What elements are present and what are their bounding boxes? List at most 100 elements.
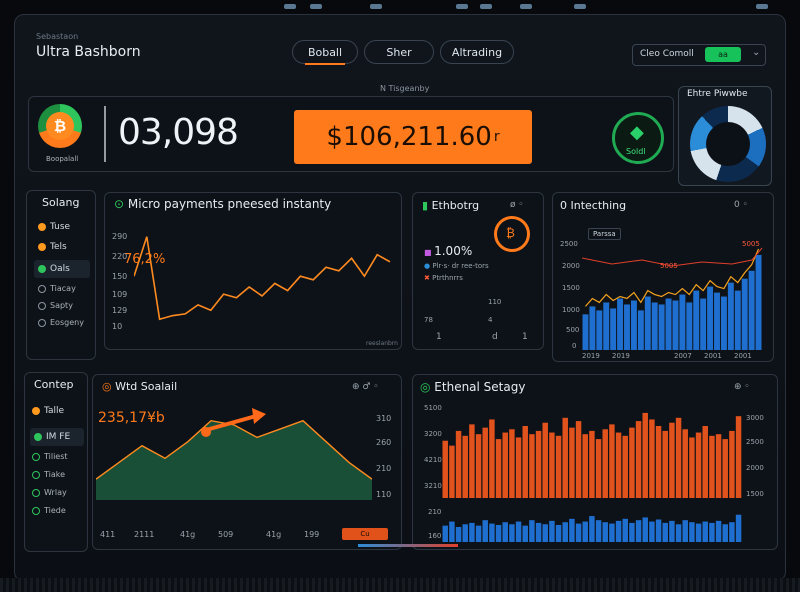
tab-altrading[interactable]: Altrading <box>440 40 514 64</box>
ethenal-blue-bar <box>442 525 448 542</box>
x-tick: 509 <box>218 530 234 539</box>
ethenal-blue-bar <box>589 516 595 542</box>
ethenal-orange-bar <box>509 429 515 498</box>
interest-bar <box>748 270 755 350</box>
ethenal-title: ◎ Ethenal Setagy <box>420 380 525 394</box>
interest-bar <box>624 304 630 350</box>
x-tick: 411 <box>100 530 116 539</box>
interest-bar-chart <box>582 247 763 350</box>
ethenal-orange-bar <box>629 427 635 498</box>
ethenal-blue-bars <box>442 514 742 542</box>
interest-bar <box>617 298 624 350</box>
ethenal-orange-bar <box>642 412 648 498</box>
micro-footer: reeslanbrn <box>366 340 398 347</box>
bottom-grille <box>0 578 800 592</box>
sidebar-item-tiliest[interactable]: Tiliest <box>32 452 68 461</box>
ethenal-blue-bar <box>689 522 695 542</box>
arrow-head-icon <box>252 408 266 424</box>
donut-hole <box>706 122 750 166</box>
wtd-title-text: Wtd Soalail <box>115 380 178 393</box>
interest-bar <box>658 304 665 350</box>
interest-bar <box>672 300 679 350</box>
bitcoin-icon: ₿ <box>46 112 74 140</box>
coin-label: Boopalall <box>46 155 79 163</box>
sidebar-item-tiake[interactable]: Tiake <box>32 470 65 479</box>
y-tick-right: 2000 <box>746 464 764 472</box>
ethenal-orange-bar <box>495 439 502 498</box>
sidebar-item-label: Tiliest <box>44 452 68 461</box>
ethenal-blue-bar <box>609 523 615 542</box>
interest-bar <box>665 298 672 350</box>
price-display[interactable]: $106,211.60 r <box>294 110 532 164</box>
scroll-indicator[interactable] <box>358 544 458 547</box>
sidebar-item-label: Eosgeny <box>50 318 84 327</box>
wtd-area-chart <box>96 408 372 500</box>
ethenal-orange-bar <box>515 437 522 498</box>
options-icon[interactable]: ⊕ ♂ ◦ <box>352 382 379 392</box>
sidebar-item-imfe[interactable]: IM FE <box>30 428 84 446</box>
ethenal-blue-bar <box>495 524 502 542</box>
ethenal-blue-bar <box>449 521 455 542</box>
sidebar-item-label: Tels <box>50 242 67 252</box>
ethenal-blue-bar <box>575 523 582 542</box>
ethenal-orange-bar <box>595 439 602 498</box>
y-tick: 310 <box>376 414 392 423</box>
dot-icon <box>38 301 46 310</box>
ethenal-orange-bar <box>475 434 482 498</box>
micro-panel-title: ⊙ Micro payments pneesed instanty <box>114 197 331 211</box>
info-icon[interactable]: ø ◦ <box>510 200 524 210</box>
ethenal-orange-bar <box>689 437 695 498</box>
sidebar-item-talle[interactable]: Talle <box>32 406 64 416</box>
settings-icon[interactable]: 0 ◦ <box>734 200 748 210</box>
wtd-action-button[interactable]: Cu <box>342 528 388 540</box>
ethenal-blue-bar <box>695 523 702 542</box>
ethenal-blue-bar <box>542 524 548 542</box>
sidebar-item-label: Talle <box>44 406 65 416</box>
ethbot-line: ✖ Ptrthnrrs <box>424 274 463 282</box>
ethenal-orange-bar <box>682 429 688 498</box>
top-indicator-lights <box>0 0 800 14</box>
sidebar-item-oals[interactable]: Oals <box>34 260 90 278</box>
chevron-down-icon[interactable]: ⌄ <box>752 47 760 58</box>
sidebar-item-label: IM FE <box>46 432 71 442</box>
sidebar-item-wrlay[interactable]: Wrlay <box>32 488 67 497</box>
price-suffix: r <box>493 129 500 145</box>
status-toggle-button[interactable]: aa <box>705 47 741 62</box>
interest-bar <box>644 296 651 350</box>
ethbot-stat: ■ 1.00% <box>424 244 472 258</box>
ethenal-blue-bar <box>595 520 602 542</box>
tab-boball[interactable]: Boball <box>292 40 358 65</box>
sidebar-item-label: Tiake <box>44 470 66 479</box>
sidebar-item-tels[interactable]: Tels <box>38 242 67 252</box>
interest-bar <box>700 298 707 350</box>
ethenal-blue-bar <box>709 522 715 542</box>
options-icon[interactable]: ⊕ ◦ <box>734 382 750 392</box>
y-tick: 220 <box>112 252 128 261</box>
section-label: N Tisgeanby <box>380 84 430 93</box>
sidebar-item-eosgeny[interactable]: Eosgeny <box>38 318 84 327</box>
ethenal-blue-bar <box>515 521 522 542</box>
interest-bar <box>596 310 603 350</box>
sidebar-item-sapty[interactable]: Sapty <box>38 301 73 310</box>
ethenal-blue-bar <box>502 522 508 542</box>
y-tick: 150 <box>112 272 128 281</box>
y-tick: 3210 <box>424 482 442 490</box>
ethenal-orange-bar <box>729 430 735 498</box>
eth-label: Soldl <box>626 147 646 156</box>
tab-sher[interactable]: Sher <box>364 40 434 64</box>
interest-title: 0 Intecthing <box>560 199 627 212</box>
tick: 1 <box>522 332 528 342</box>
ethereum-icon: ◆ <box>630 122 644 143</box>
app-title: Ultra Bashborn <box>36 44 141 60</box>
sidebar-item-tiacay[interactable]: Tiacay <box>38 284 76 293</box>
check-circle-icon: ⊙ <box>114 197 128 211</box>
interest-bars <box>582 254 762 350</box>
sidebar-item-tiede[interactable]: Tiede <box>32 506 66 515</box>
x-tick: 41g <box>180 530 196 539</box>
sidebar-item-tuse[interactable]: Tuse <box>38 222 70 232</box>
sidebar-bottom-title: Contep <box>34 378 74 391</box>
ethenal-blue-bar <box>509 524 515 542</box>
dot-icon <box>32 406 40 415</box>
ethenal-blue-bar <box>642 517 648 542</box>
legend-chip[interactable]: Parssa <box>588 228 621 240</box>
